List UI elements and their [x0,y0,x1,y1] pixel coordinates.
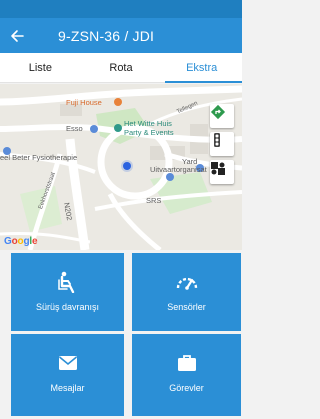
sensors-label: Sensörler [167,302,206,312]
sensors-tile[interactable]: Sensörler [132,253,241,331]
map-label-uitvaartorganisatie: Uitvaartorganisat [150,165,207,174]
map-label-esso: Esso [66,124,83,133]
messages-label: Mesajlar [50,383,85,393]
directions-icon [210,104,226,120]
messages-tile[interactable]: Mesajlar [11,334,124,416]
tab-rota[interactable]: Rota [81,53,162,82]
street-view-icon [211,162,225,175]
map-label-fuji-house: Fuji House [66,98,102,107]
feature-grid: Sürüş davranışı Sensörler Mesajlar Görev… [0,250,242,419]
tab-bar: Liste Rota Ekstra [0,53,242,83]
driver-seat-icon [57,271,78,293]
map-label-fysiotherapie: eel Beter Fysiotherapie [0,153,78,162]
tab-ekstra[interactable]: Ekstra [161,53,242,83]
briefcase-icon [177,352,197,374]
street-view-button[interactable] [210,160,234,184]
google-logo: Google [4,236,38,247]
app-bar: 9-ZSN-36 / JDI [0,18,242,53]
map-label-party-events: Party & Events [124,128,174,137]
traffic-layer-button[interactable] [210,132,234,156]
arrow-left-icon [11,29,24,42]
map-view[interactable]: Fuji House Esso Het Witte Huis Party & E… [0,84,242,250]
driving-behavior-tile[interactable]: Sürüş davranışı [11,253,124,331]
status-bar [0,0,242,18]
logo-letter: G [4,236,12,247]
tasks-label: Görevler [169,383,204,393]
map-label-srs: SRS [146,196,162,205]
map-label-het-witte-huis: Het Witte Huis [124,119,172,128]
logo-letter: e [31,236,38,247]
driving-behavior-label: Sürüş davranışı [35,302,100,312]
traffic-light-icon [214,133,220,147]
page-title: 9-ZSN-36 / JDI [58,27,155,44]
speedometer-icon [176,271,198,293]
envelope-icon [58,352,78,374]
back-button[interactable] [0,18,34,53]
directions-button[interactable] [210,104,234,128]
tasks-tile[interactable]: Görevler [132,334,241,416]
tab-liste[interactable]: Liste [0,53,81,82]
map-label-n202: N202 [62,201,75,222]
